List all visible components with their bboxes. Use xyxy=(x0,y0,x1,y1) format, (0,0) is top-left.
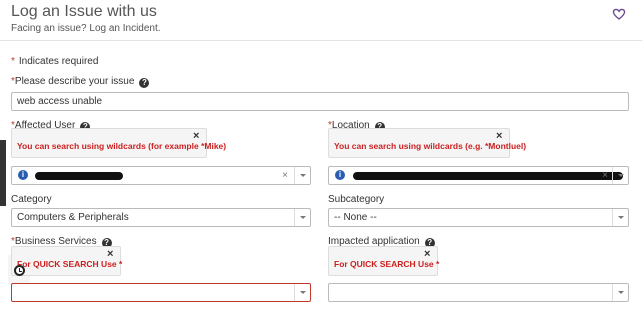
page-title: Log an Issue with us xyxy=(11,3,157,20)
location-hint: You can search using wildcards (e.g. *Mo… xyxy=(328,128,526,158)
business-services-select[interactable] xyxy=(11,283,311,302)
affected-user-hint: You can search using wildcards (for exam… xyxy=(11,128,226,158)
close-hint-icon[interactable]: × xyxy=(496,130,502,142)
favorite-heart-icon[interactable] xyxy=(612,8,626,20)
required-star: * xyxy=(11,56,15,67)
category-select[interactable]: Computers & Peripherals xyxy=(11,208,311,227)
impacted-application-select[interactable] xyxy=(328,283,629,302)
help-icon[interactable]: ? xyxy=(139,78,150,88)
category-value: Computers & Peripherals xyxy=(17,212,129,223)
subcategory-label: Subcategory xyxy=(328,194,385,205)
business-services-hint: For QUICK SEARCH Use * × xyxy=(11,246,123,276)
subcategory-value: -- None -- xyxy=(334,212,377,223)
info-icon[interactable]: i xyxy=(18,170,28,180)
required-note: * Indicates required xyxy=(11,56,98,67)
location-hint-text: You can search using wildcards (e.g. *Mo… xyxy=(334,141,527,151)
close-hint-icon[interactable]: × xyxy=(193,130,199,142)
affected-user-select[interactable]: i × xyxy=(11,166,311,185)
close-hint-icon[interactable]: × xyxy=(107,248,113,260)
category-label: Category xyxy=(11,194,52,205)
impacted-application-hint: For QUICK SEARCH Use * × xyxy=(328,246,440,276)
chevron-down-icon[interactable] xyxy=(294,167,310,184)
form-header: Log an Issue with us Facing an issue? Lo… xyxy=(0,0,642,41)
chevron-down-icon[interactable] xyxy=(612,284,628,301)
required-note-text: Indicates required xyxy=(18,56,99,67)
close-hint-icon[interactable]: × xyxy=(424,248,430,260)
impacted-application-hint-text: For QUICK SEARCH Use * xyxy=(334,259,440,269)
location-select[interactable]: i × xyxy=(328,166,629,185)
chevron-down-icon[interactable] xyxy=(612,209,628,226)
redacted-value xyxy=(353,172,623,180)
business-services-hint-text: For QUICK SEARCH Use * xyxy=(17,259,123,269)
page-subtitle: Facing an issue? Log an Incident. xyxy=(11,23,161,34)
describe-issue-label: *Please describe your issue? xyxy=(11,76,150,88)
describe-issue-value: web access unable xyxy=(17,96,103,107)
subcategory-select[interactable]: -- None -- xyxy=(328,208,629,227)
clear-icon[interactable]: × xyxy=(282,170,288,181)
redacted-value xyxy=(35,172,123,180)
clear-icon[interactable]: × xyxy=(602,170,608,181)
chevron-down-icon[interactable] xyxy=(294,209,310,226)
describe-issue-input[interactable]: web access unable xyxy=(11,92,629,111)
chevron-down-icon[interactable] xyxy=(612,167,628,184)
side-feedback-tab[interactable] xyxy=(0,140,6,206)
chevron-down-icon[interactable] xyxy=(294,284,310,301)
info-icon[interactable]: i xyxy=(335,170,345,180)
affected-user-hint-text: You can search using wildcards (for exam… xyxy=(17,141,227,151)
clock-icon[interactable] xyxy=(14,265,25,276)
